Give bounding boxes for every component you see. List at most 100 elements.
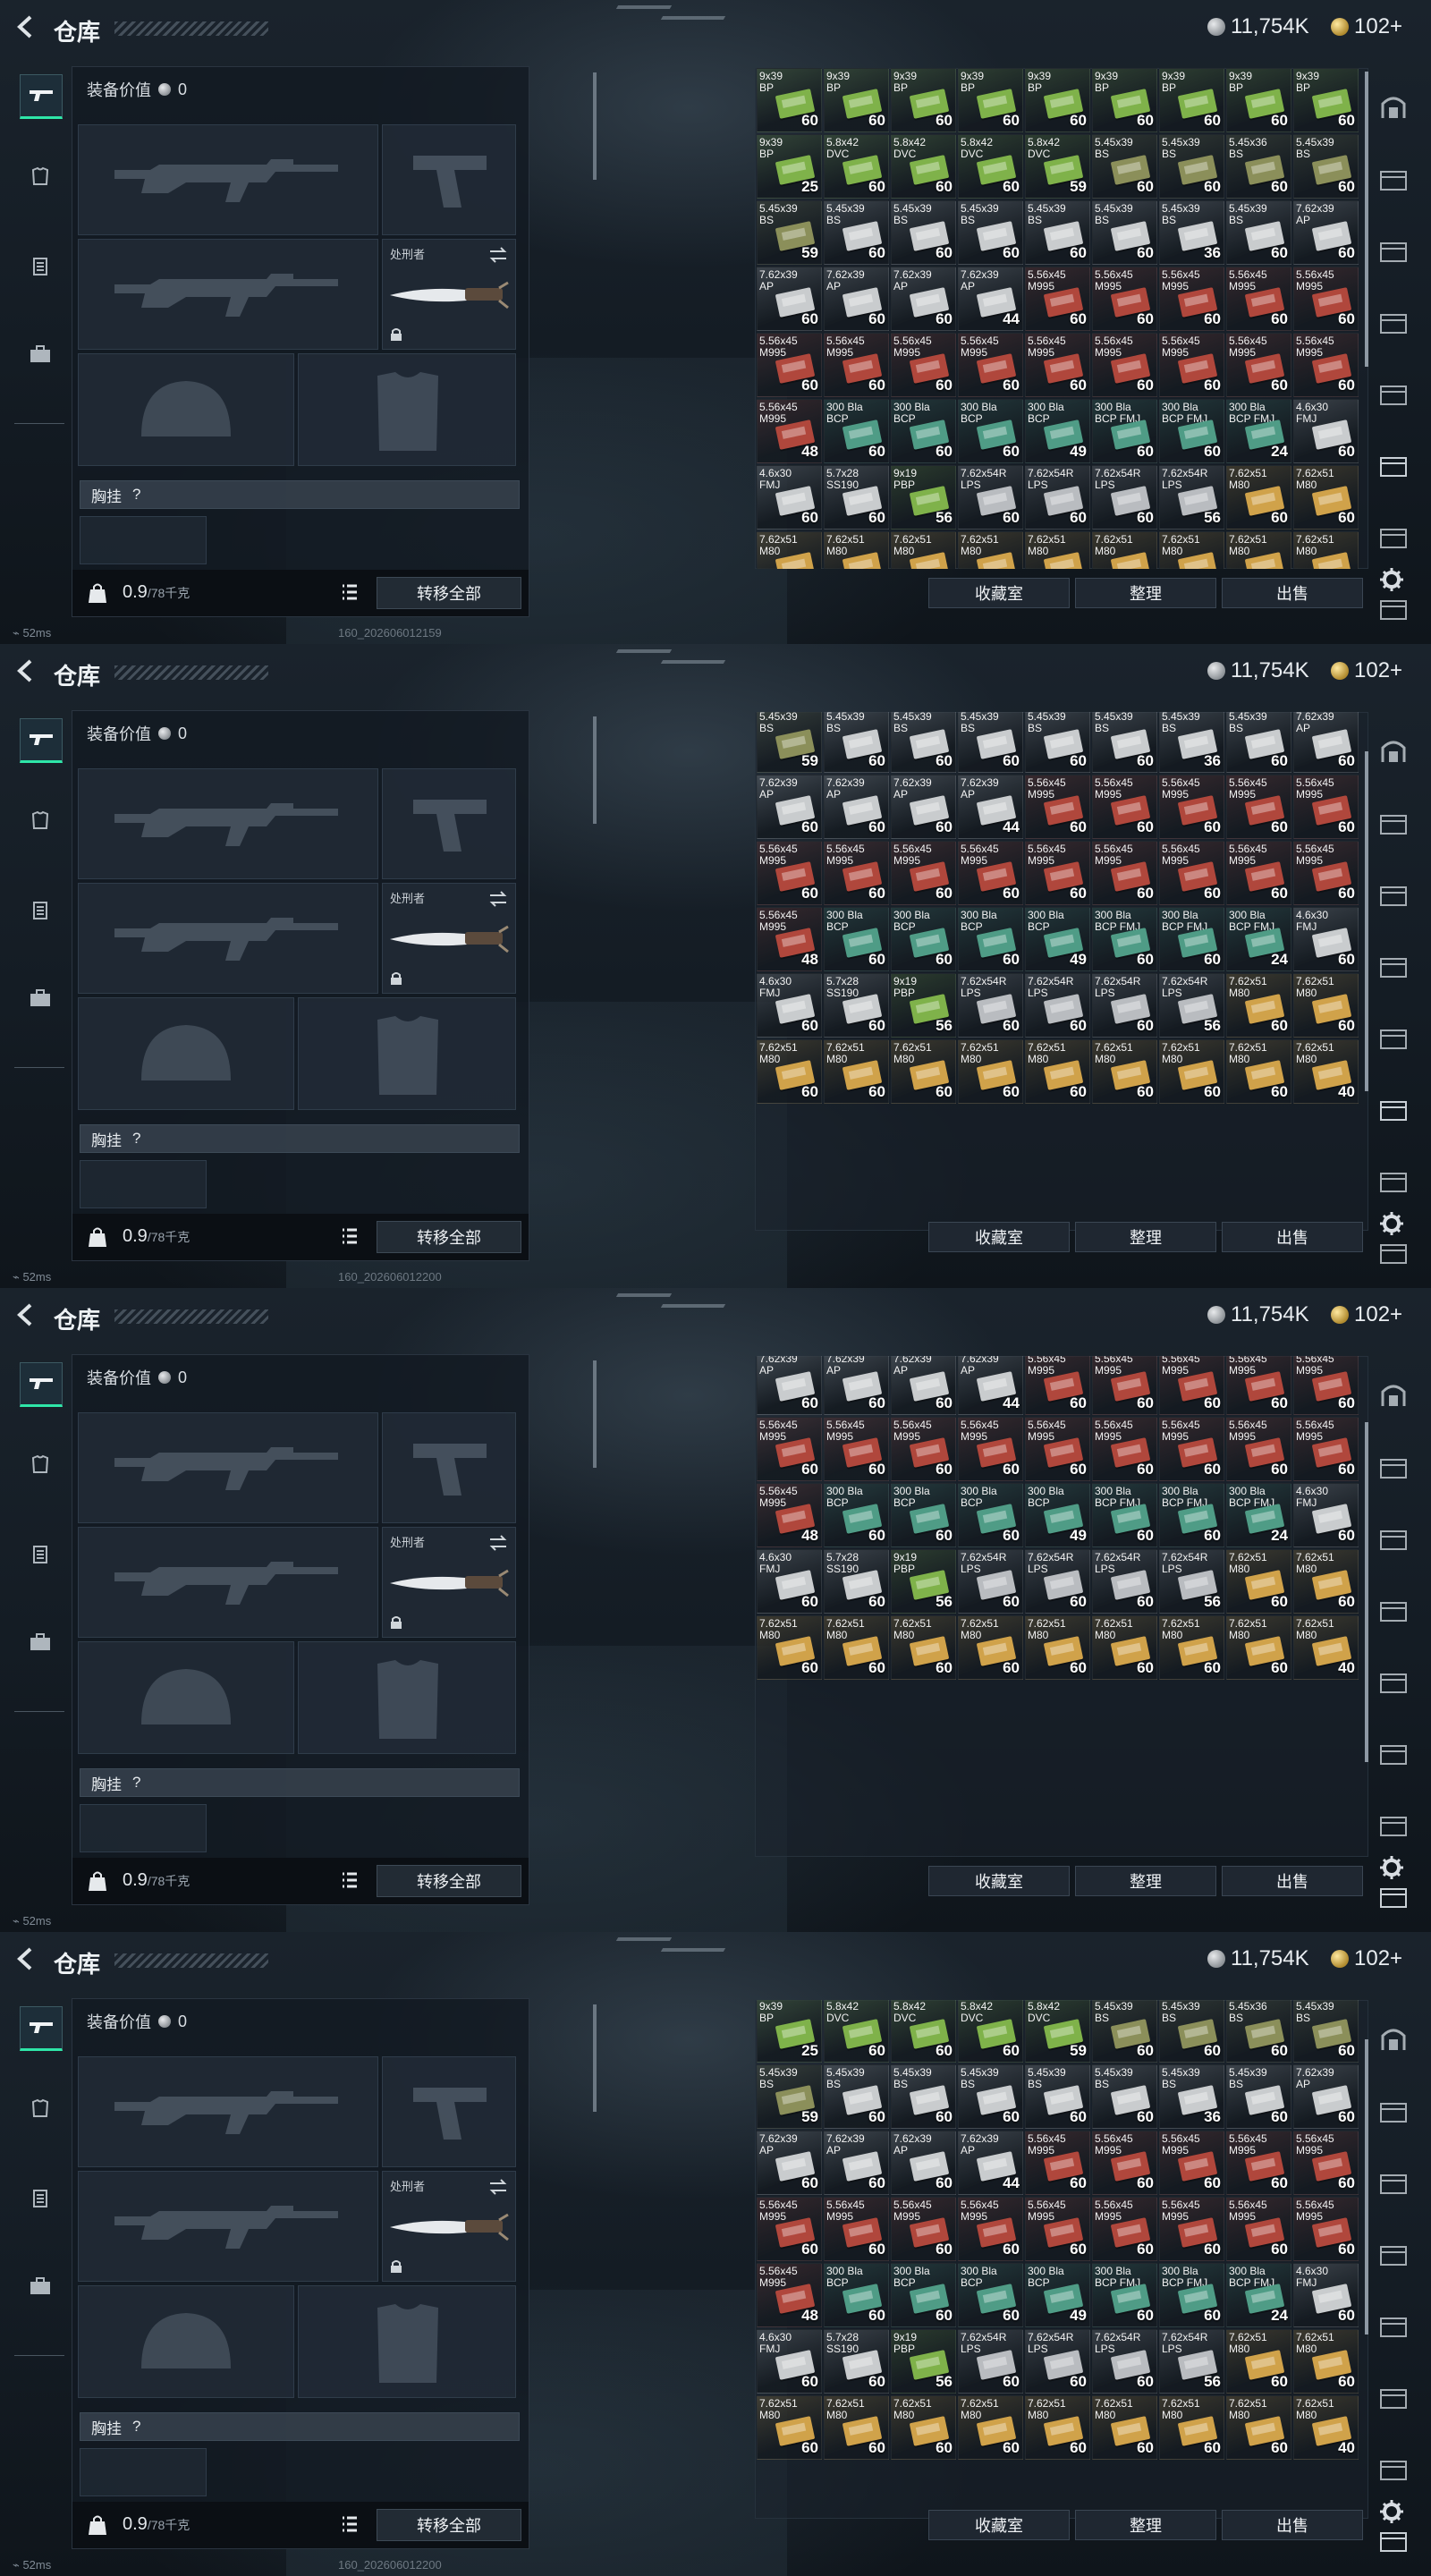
ammo-stack[interactable]: 7.62x51M8060 bbox=[824, 1039, 889, 1104]
help-icon[interactable]: ? bbox=[132, 486, 140, 504]
ammo-stack[interactable]: 7.62x51M8060 bbox=[1226, 465, 1291, 530]
collection-room-button[interactable]: 收藏室 bbox=[928, 1222, 1070, 1252]
ammo-stack[interactable]: 7.62x54R LPS 60 bbox=[958, 2329, 1023, 2394]
ammo-stack[interactable]: 7.62x39 AP 60 bbox=[824, 267, 889, 331]
tab-rig[interactable] bbox=[20, 2178, 61, 2219]
ammo-stack[interactable]: 7.62x51M8060 bbox=[958, 2395, 1023, 2460]
ammo-stack[interactable]: 7.62x39 AP 60 bbox=[757, 267, 822, 331]
ammo-stack[interactable]: 9x39 BP 60 bbox=[1226, 68, 1291, 132]
ammo-stack[interactable]: 5.56x45 M995 60 bbox=[1293, 775, 1359, 839]
help-icon[interactable]: ? bbox=[132, 1130, 140, 1148]
tab-armor[interactable] bbox=[20, 801, 61, 842]
ammo-stack[interactable]: 7.62x54R LPS 60 bbox=[958, 465, 1023, 530]
stash-viewport[interactable]: 9x39BP609x39BP609x39BP609x39BP609x39BP60… bbox=[755, 1356, 1368, 1857]
tab-backpack[interactable] bbox=[20, 334, 61, 375]
ammo-stack[interactable]: 7.62x54R LPS 60 bbox=[1092, 2329, 1157, 2394]
sell-button[interactable]: 出售 bbox=[1222, 578, 1363, 608]
ammo-stack[interactable]: 300 Bla BCP FMJ 60 bbox=[1159, 1483, 1224, 1547]
body-armor-slot[interactable] bbox=[298, 1641, 516, 1754]
ammo-stack[interactable]: 7.62x39 AP 44 bbox=[958, 267, 1023, 331]
primary-weapon-slot[interactable] bbox=[78, 2056, 378, 2167]
list-icon[interactable] bbox=[341, 1226, 359, 1246]
tab-storage-2[interactable] bbox=[1376, 805, 1411, 841]
ammo-stack[interactable]: 5.56x45 M995 60 bbox=[1226, 2131, 1291, 2195]
ammo-stack[interactable]: 7.62x51M8060 bbox=[1226, 2395, 1291, 2460]
ammo-stack[interactable]: 300 Bla BCP FMJ 24 bbox=[1226, 1483, 1291, 1547]
help-icon[interactable]: ? bbox=[132, 2418, 140, 2436]
ammo-stack[interactable]: 9x39 BP 60 bbox=[1293, 68, 1359, 132]
ammo-stack[interactable]: 7.62x51M8060 bbox=[958, 531, 1023, 569]
ammo-stack[interactable]: 5.45x36 BS 60 bbox=[1226, 2000, 1291, 2063]
ammo-stack[interactable]: 7.62x39 AP 44 bbox=[958, 775, 1023, 839]
tab-storage-2[interactable] bbox=[1376, 2093, 1411, 2129]
ammo-stack[interactable]: 7.62x51M8060 bbox=[1092, 1039, 1157, 1104]
ammo-stack[interactable]: 7.62x51M8060 bbox=[1226, 1615, 1291, 1680]
ammo-stack[interactable]: 300 Bla BCP 60 bbox=[824, 1483, 889, 1547]
tab-storage-7[interactable] bbox=[1376, 2451, 1411, 2487]
sell-button[interactable]: 出售 bbox=[1222, 2510, 1363, 2540]
tab-backpack[interactable] bbox=[20, 1622, 61, 1663]
ammo-stack[interactable]: 7.62x51M8060 bbox=[1226, 531, 1291, 569]
ammo-stack[interactable]: 4.6x30 FMJ 60 bbox=[757, 465, 822, 530]
tab-storage-5[interactable] bbox=[1376, 1020, 1411, 1055]
ammo-stack[interactable]: 300 Bla BCP 49 bbox=[1025, 2263, 1090, 2327]
helmet-slot[interactable] bbox=[78, 997, 294, 1110]
ammo-stack[interactable]: 9x19 PBP 56 bbox=[891, 465, 956, 530]
body-armor-slot[interactable] bbox=[298, 997, 516, 1110]
ammo-stack[interactable]: 300 Bla BCP FMJ 60 bbox=[1092, 1483, 1157, 1547]
ammo-stack[interactable]: 9x39 BP 60 bbox=[824, 68, 889, 132]
stash-scrollbar[interactable] bbox=[1365, 2039, 1368, 2334]
ammo-stack[interactable]: 5.56x45 M995 60 bbox=[757, 1417, 822, 1481]
tab-rig[interactable] bbox=[20, 890, 61, 931]
ammo-stack[interactable]: 5.45x39 BS 60 bbox=[824, 200, 889, 265]
ammo-stack[interactable]: 7.62x39 AP 44 bbox=[958, 1356, 1023, 1415]
ammo-stack[interactable]: 7.62x51M8060 bbox=[1025, 1039, 1090, 1104]
ammo-stack[interactable]: 7.62x51M8060 bbox=[1293, 2329, 1359, 2394]
ammo-stack[interactable]: 5.45x39 BS 36 bbox=[1159, 712, 1224, 773]
tab-storage-6[interactable] bbox=[1376, 1091, 1411, 1127]
ammo-stack[interactable]: 9x39 BP 60 bbox=[891, 68, 956, 132]
ammo-stack[interactable]: 9x19 PBP 56 bbox=[891, 973, 956, 1038]
ammo-stack[interactable]: 7.62x39 AP 60 bbox=[891, 1356, 956, 1415]
collection-room-button[interactable]: 收藏室 bbox=[928, 1866, 1070, 1896]
list-icon[interactable] bbox=[341, 582, 359, 602]
tab-storage-main[interactable] bbox=[1376, 1377, 1411, 1413]
ammo-stack[interactable]: 300 Bla BCP FMJ 60 bbox=[1159, 2263, 1224, 2327]
chest-rig-slot[interactable] bbox=[80, 1160, 207, 1208]
chest-rig-section[interactable]: 胸挂 ? bbox=[80, 480, 520, 509]
tab-storage-main[interactable] bbox=[1376, 89, 1411, 125]
ammo-stack[interactable]: 7.62x54R LPS 60 bbox=[1092, 973, 1157, 1038]
helmet-slot[interactable] bbox=[78, 353, 294, 466]
secondary-weapon-slot[interactable] bbox=[78, 2171, 378, 2282]
ammo-stack[interactable]: 7.62x51M8060 bbox=[1293, 465, 1359, 530]
stash-viewport[interactable]: 9x39BP609x39BP609x39BP609x39BP609x39BP60… bbox=[755, 712, 1368, 1231]
ammo-stack[interactable]: 300 Bla BCP 60 bbox=[891, 2263, 956, 2327]
ammo-stack[interactable]: 300 Bla BCP FMJ 60 bbox=[1092, 399, 1157, 463]
ammo-stack[interactable]: 7.62x54R LPS 56 bbox=[1159, 2329, 1224, 2394]
ammo-stack[interactable]: 9x39 BP 25 bbox=[757, 2000, 822, 2063]
ammo-stack[interactable]: 7.62x39 AP 60 bbox=[1293, 2064, 1359, 2129]
ammo-stack[interactable]: 5.8x42 DVC 60 bbox=[891, 2000, 956, 2063]
tab-armor[interactable] bbox=[20, 2089, 61, 2130]
ammo-stack[interactable]: 7.62x54R LPS 60 bbox=[1092, 465, 1157, 530]
ammo-stack[interactable]: 5.56x45 M995 60 bbox=[1025, 775, 1090, 839]
secondary-weapon-slot[interactable] bbox=[78, 239, 378, 350]
ammo-stack[interactable]: 300 Bla BCP 49 bbox=[1025, 907, 1090, 971]
ammo-stack[interactable]: 7.62x39 AP 60 bbox=[824, 2131, 889, 2195]
stash-scrollbar[interactable] bbox=[1365, 751, 1368, 1091]
ammo-stack[interactable]: 7.62x51M8060 bbox=[958, 1039, 1023, 1104]
ammo-stack[interactable]: 7.62x51M8060 bbox=[824, 2395, 889, 2460]
ammo-stack[interactable]: 7.62x51M8060 bbox=[1159, 531, 1224, 569]
ammo-stack[interactable]: 5.7x28 SS190 60 bbox=[824, 465, 889, 530]
ammo-stack[interactable]: 5.56x45 M995 60 bbox=[1159, 333, 1224, 397]
ammo-stack[interactable]: 300 Bla BCP FMJ 60 bbox=[1092, 907, 1157, 971]
ammo-stack[interactable]: 300 Bla BCP FMJ 60 bbox=[1159, 399, 1224, 463]
ammo-stack[interactable]: 5.8x42 DVC 60 bbox=[958, 2000, 1023, 2063]
ammo-stack[interactable]: 7.62x51M8060 bbox=[1293, 973, 1359, 1038]
transfer-all-button[interactable]: 转移全部 bbox=[377, 577, 521, 609]
stash-viewport[interactable]: 9x39BP609x39BP609x39BP609x39BP609x39BP60… bbox=[755, 68, 1368, 569]
chest-rig-section[interactable]: 胸挂 ? bbox=[80, 1768, 520, 1797]
ammo-stack[interactable]: 5.56x45 M995 60 bbox=[1159, 775, 1224, 839]
ammo-stack[interactable]: 5.56x45 M995 60 bbox=[1226, 841, 1291, 905]
ammo-stack[interactable]: 5.56x45 M995 60 bbox=[1226, 775, 1291, 839]
